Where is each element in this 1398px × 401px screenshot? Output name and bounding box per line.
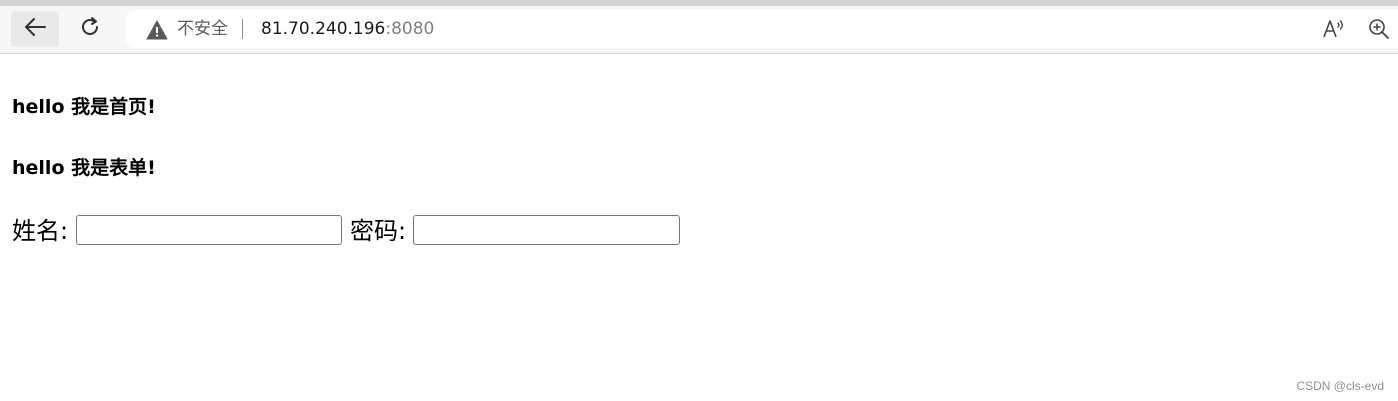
browser-toolbar: 不安全 81.70.240.196:8080 [0, 6, 1398, 54]
url-text[interactable]: 81.70.240.196:8080 [261, 19, 434, 39]
back-button[interactable] [11, 11, 59, 47]
url-host: 81.70.240.196 [261, 19, 386, 39]
home-heading: hello 我是首页! [12, 96, 156, 118]
reload-button[interactable] [66, 11, 114, 47]
name-label: 姓名: [12, 217, 69, 245]
zoom-in-icon[interactable] [1368, 18, 1390, 40]
name-input[interactable] [76, 215, 342, 245]
read-aloud-icon[interactable] [1322, 18, 1346, 40]
password-input[interactable] [413, 215, 680, 245]
address-bar[interactable]: 不安全 81.70.240.196:8080 [126, 10, 1398, 48]
warning-triangle-icon[interactable] [146, 20, 168, 40]
reload-icon [78, 15, 102, 43]
watermark: CSDN @cls-evd [1296, 379, 1384, 393]
password-label: 密码: [350, 217, 407, 245]
form-heading: hello 我是表单! [12, 157, 156, 179]
url-port: :8080 [385, 19, 435, 39]
security-status-label[interactable]: 不安全 [177, 19, 228, 39]
address-separator [242, 19, 243, 39]
arrow-left-icon [23, 17, 47, 41]
